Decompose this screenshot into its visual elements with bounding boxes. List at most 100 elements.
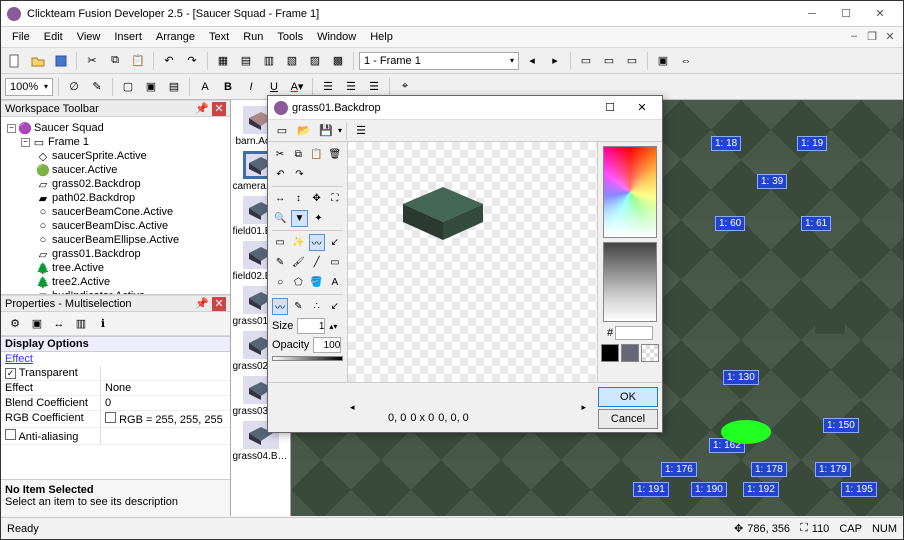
snap-button[interactable]: ✎: [87, 77, 107, 97]
frame-marker[interactable]: 1: 130: [723, 370, 759, 385]
menu-edit[interactable]: Edit: [37, 28, 70, 46]
tree-item[interactable]: 🌲tree2.Active: [3, 275, 228, 289]
prop-transparent[interactable]: ✓ Transparent: [1, 366, 230, 381]
dialog-close-button[interactable]: ✕: [628, 98, 656, 118]
menu-tools[interactable]: Tools: [270, 28, 310, 46]
tree-item[interactable]: ○saucerBeamDisc.Active: [3, 219, 228, 233]
prop-tab-values[interactable]: ▥: [71, 314, 91, 334]
editor-preview[interactable]: [348, 142, 598, 382]
menu-insert[interactable]: Insert: [107, 28, 149, 46]
poly-tool[interactable]: ⬠: [290, 274, 306, 291]
size-input[interactable]: [297, 318, 325, 334]
align-left-button[interactable]: ▢: [118, 77, 138, 97]
tree-item[interactable]: 🌲tree.Active: [3, 261, 228, 275]
line-tool[interactable]: ╱: [309, 254, 325, 271]
shape-tool[interactable]: 〰: [272, 298, 288, 315]
text-right-button[interactable]: ☰: [364, 77, 384, 97]
cut-button[interactable]: ✂: [82, 51, 102, 71]
menu-window[interactable]: Window: [310, 28, 363, 46]
frame-marker[interactable]: 1: 195: [841, 482, 877, 497]
mdi-close-icon[interactable]: ✕: [883, 29, 897, 43]
action-point-tool[interactable]: ✦: [310, 210, 327, 227]
tree-item[interactable]: ○saucerBeamEllipse.Active: [3, 233, 228, 247]
redo-tool[interactable]: ↷: [291, 166, 308, 183]
crop-tool[interactable]: ✥: [309, 190, 325, 207]
undo-tool[interactable]: ↶: [272, 166, 289, 183]
hex-input[interactable]: [615, 326, 653, 340]
frame-marker[interactable]: 1: 19: [797, 136, 827, 151]
tractor-sprite[interactable]: [815, 310, 845, 334]
copy-button[interactable]: ⧉: [105, 51, 125, 71]
prop-blend-row[interactable]: Blend Coefficient0: [1, 396, 230, 411]
underline-button[interactable]: U: [264, 77, 284, 97]
run-frame-button[interactable]: ▭: [622, 51, 642, 71]
hotspot-tool[interactable]: ▼: [291, 210, 308, 227]
tree-frame[interactable]: −▭Frame 1: [3, 135, 228, 149]
event-list-button[interactable]: ▧: [282, 51, 302, 71]
opacity-input[interactable]: [313, 337, 341, 353]
font-button[interactable]: A: [195, 77, 215, 97]
text-tool[interactable]: A: [327, 274, 343, 291]
text-left-button[interactable]: ☰: [318, 77, 338, 97]
flip-h-tool[interactable]: ↔: [272, 190, 288, 207]
lasso-tool[interactable]: 〰: [309, 234, 325, 251]
text-center-button[interactable]: ☰: [341, 77, 361, 97]
maximize-button[interactable]: ☐: [829, 3, 863, 25]
center-frame-button[interactable]: ⌖: [395, 77, 415, 97]
storyboard-button[interactable]: ▦: [213, 51, 233, 71]
cancel-button[interactable]: Cancel: [598, 409, 658, 429]
close-button[interactable]: ✕: [863, 3, 897, 25]
prop-tab-size[interactable]: ↔: [49, 314, 69, 334]
copy-tool[interactable]: ⧉: [290, 146, 306, 163]
fg-swatch[interactable]: [601, 344, 619, 362]
cut-tool[interactable]: ✂: [272, 146, 288, 163]
frame-marker[interactable]: 1: 176: [661, 462, 697, 477]
editor-options-button[interactable]: ☰: [351, 121, 371, 141]
palette-grid[interactable]: [603, 146, 657, 238]
rect-tool[interactable]: ▭: [327, 254, 343, 271]
pin-icon[interactable]: 📌: [195, 102, 209, 116]
zoom-combo[interactable]: 100%▾: [5, 78, 53, 96]
resize-tool[interactable]: ⛶: [327, 190, 343, 207]
coord-a[interactable]: 0, 0: [388, 412, 406, 424]
close-panel-icon[interactable]: ✕: [212, 297, 226, 311]
tree-item[interactable]: 🟢saucer.Active: [3, 163, 228, 177]
menu-run[interactable]: Run: [236, 28, 270, 46]
frame-marker[interactable]: 1: 191: [633, 482, 669, 497]
tree-item[interactable]: ○saucerBeamCone.Active: [3, 205, 228, 219]
frame-combo[interactable]: 1 - Frame 1▾: [359, 52, 519, 70]
align-center-button[interactable]: ▣: [141, 77, 161, 97]
open-button[interactable]: [28, 51, 48, 71]
editor-open-button[interactable]: 📂: [294, 121, 314, 141]
save-button[interactable]: [51, 51, 71, 71]
run-project-button[interactable]: ▭: [576, 51, 596, 71]
data-elements-button[interactable]: ▨: [305, 51, 325, 71]
coord-b[interactable]: 0 x 0: [410, 412, 434, 424]
menu-help[interactable]: Help: [363, 28, 400, 46]
prop-tab-about[interactable]: ℹ: [93, 314, 113, 334]
global-events-button[interactable]: ▩: [328, 51, 348, 71]
pin-icon[interactable]: 📌: [195, 297, 209, 311]
bg-swatch[interactable]: [621, 344, 639, 362]
opacity-slider[interactable]: [272, 356, 343, 361]
frame-marker[interactable]: 1: 190: [691, 482, 727, 497]
paste-tool[interactable]: 📋: [309, 146, 325, 163]
flip-v-tool[interactable]: ↕: [290, 190, 306, 207]
fill-tool[interactable]: 🪣: [309, 274, 325, 291]
align-right-button[interactable]: ▤: [164, 77, 184, 97]
italic-button[interactable]: I: [241, 77, 261, 97]
zoom-tool[interactable]: 🔍: [272, 210, 289, 227]
text-color-button[interactable]: A▾: [287, 77, 307, 97]
mdi-minimize-icon[interactable]: –: [847, 29, 861, 43]
tree-item[interactable]: ▰path02.Backdrop: [3, 191, 228, 205]
alpha-swatch[interactable]: [641, 344, 659, 362]
prop-aa-row[interactable]: Anti-aliasing: [1, 428, 230, 445]
tree-item[interactable]: ▱grass01.Backdrop: [3, 247, 228, 261]
saucer-sprite[interactable]: [721, 420, 771, 444]
replace-tool[interactable]: ↙: [327, 298, 343, 315]
close-panel-icon[interactable]: ✕: [212, 102, 226, 116]
bold-button[interactable]: B: [218, 77, 238, 97]
tree-item[interactable]: ◇saucerSprite.Active: [3, 149, 228, 163]
frame-editor-button[interactable]: ▤: [236, 51, 256, 71]
brush-tool[interactable]: 🖌: [290, 254, 306, 271]
